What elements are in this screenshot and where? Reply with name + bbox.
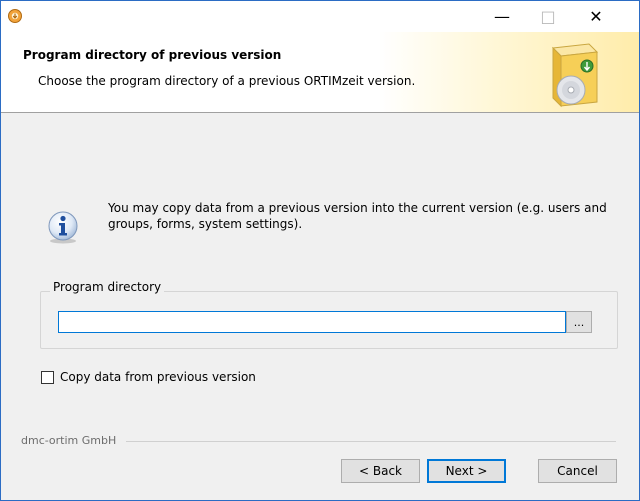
maximize-button[interactable]: □ xyxy=(525,1,571,32)
footer-divider xyxy=(126,441,616,442)
wizard-header: Program directory of previous version Ch… xyxy=(1,32,639,113)
next-button[interactable]: Next > xyxy=(427,459,506,483)
browse-button[interactable]: ... xyxy=(566,311,592,333)
title-bar[interactable]: — □ ✕ xyxy=(1,1,639,32)
minimize-button[interactable]: — xyxy=(479,1,525,32)
installer-window: — □ ✕ Program directory of previous vers… xyxy=(0,0,640,501)
copy-data-label[interactable]: Copy data from previous version xyxy=(60,370,256,384)
page-title: Program directory of previous version xyxy=(23,48,282,62)
cancel-button[interactable]: Cancel xyxy=(538,459,617,483)
program-directory-label: Program directory xyxy=(50,280,165,294)
copy-data-checkbox[interactable] xyxy=(41,370,54,384)
app-icon xyxy=(8,9,22,23)
back-button[interactable]: < Back xyxy=(341,459,420,483)
brand-label: dmc-ortim GmbH xyxy=(21,434,117,447)
info-icon xyxy=(48,211,78,244)
program-directory-input[interactable] xyxy=(58,311,566,333)
software-box-icon xyxy=(551,43,599,108)
info-text: You may copy data from a previous versio… xyxy=(108,201,607,231)
copy-data-option[interactable]: Copy data from previous version xyxy=(41,370,256,384)
close-button[interactable]: ✕ xyxy=(573,1,619,32)
page-subtitle: Choose the program directory of a previo… xyxy=(38,74,416,88)
